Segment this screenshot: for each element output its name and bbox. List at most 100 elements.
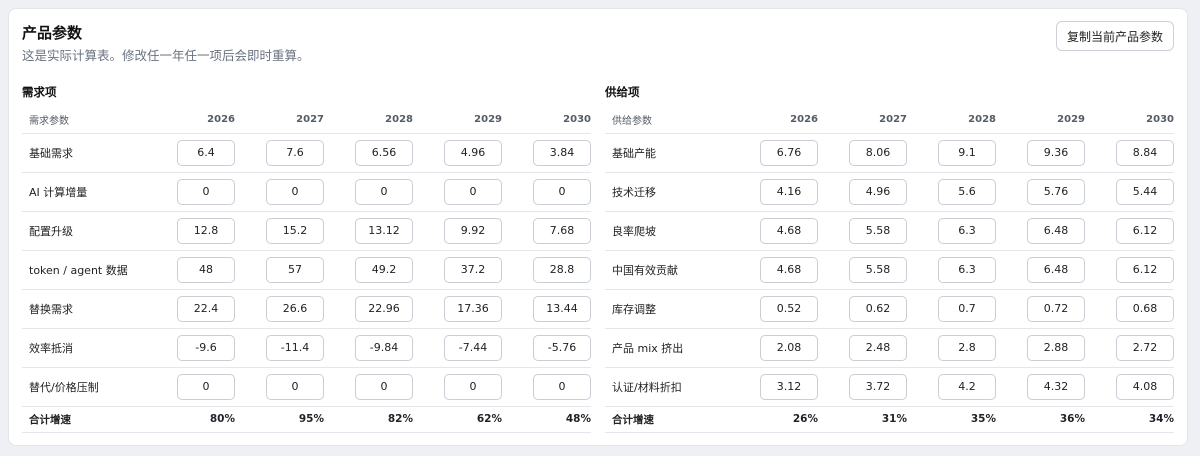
demand-value-input[interactable]: 7.68: [533, 217, 591, 244]
value-cell: 6.48: [996, 250, 1085, 290]
supply-value-input[interactable]: 2.8: [938, 334, 996, 361]
demand-section-title: 需求项: [22, 85, 57, 99]
demand-value-input[interactable]: 3.84: [533, 139, 591, 166]
supply-value-input[interactable]: 2.08: [760, 334, 818, 361]
demand-value-input[interactable]: 26.6: [266, 295, 324, 322]
demand-value-input[interactable]: 0: [533, 178, 591, 205]
table-row: 效率抵消 -9.6 -11.4 -9.84 -7.44 -5.76: [22, 328, 591, 368]
demand-value-input[interactable]: 37.2: [444, 256, 502, 283]
supply-value-input[interactable]: 6.12: [1116, 256, 1174, 283]
value-cell: 0: [146, 367, 235, 407]
demand-year-header: 2027: [235, 107, 324, 134]
supply-value-input[interactable]: 0.52: [760, 295, 818, 322]
supply-value-input[interactable]: 4.68: [760, 217, 818, 244]
demand-value-input[interactable]: 6.4: [177, 139, 235, 166]
supply-value-input[interactable]: 3.12: [760, 373, 818, 400]
demand-value-input[interactable]: 0: [444, 178, 502, 205]
supply-value-input[interactable]: 8.06: [849, 139, 907, 166]
supply-value-input[interactable]: 2.72: [1116, 334, 1174, 361]
demand-value-input[interactable]: 0: [266, 178, 324, 205]
supply-value-input[interactable]: 6.3: [938, 256, 996, 283]
demand-value-input[interactable]: 57: [266, 256, 324, 283]
demand-value-input[interactable]: 0: [177, 373, 235, 400]
demand-value-input[interactable]: -9.84: [355, 334, 413, 361]
page-title: 产品参数: [22, 24, 83, 42]
demand-value-input[interactable]: 4.96: [444, 139, 502, 166]
demand-value-input[interactable]: -5.76: [533, 334, 591, 361]
demand-total-value: 48%: [502, 406, 591, 433]
supply-value-input[interactable]: 9.36: [1027, 139, 1085, 166]
demand-value-input[interactable]: -7.44: [444, 334, 502, 361]
supply-value-input[interactable]: 0.62: [849, 295, 907, 322]
supply-value-input[interactable]: 4.32: [1027, 373, 1085, 400]
demand-value-input[interactable]: 7.6: [266, 139, 324, 166]
demand-value-input[interactable]: 22.96: [355, 295, 413, 322]
table-row: 替代/价格压制 0 0 0 0 0: [22, 367, 591, 407]
supply-value-input[interactable]: 0.72: [1027, 295, 1085, 322]
value-cell: 4.68: [729, 250, 818, 290]
copy-params-button[interactable]: 复制当前产品参数: [1056, 21, 1174, 51]
supply-value-input[interactable]: 2.88: [1027, 334, 1085, 361]
value-cell: 13.44: [502, 289, 591, 329]
demand-year-header: 2030: [502, 107, 591, 134]
value-cell: 2.48: [818, 328, 907, 368]
supply-value-input[interactable]: 6.48: [1027, 217, 1085, 244]
demand-value-input[interactable]: 48: [177, 256, 235, 283]
demand-value-input[interactable]: 0: [355, 178, 413, 205]
demand-value-input[interactable]: 12.8: [177, 217, 235, 244]
supply-value-input[interactable]: 4.68: [760, 256, 818, 283]
demand-value-input[interactable]: -11.4: [266, 334, 324, 361]
supply-value-input[interactable]: 5.44: [1116, 178, 1174, 205]
demand-year-header: 2026: [146, 107, 235, 134]
supply-value-input[interactable]: 3.72: [849, 373, 907, 400]
demand-value-input[interactable]: 13.44: [533, 295, 591, 322]
demand-value-input[interactable]: 0: [444, 373, 502, 400]
demand-total-value: 62%: [413, 406, 502, 433]
table-row: 产品 mix 挤出 2.08 2.48 2.8 2.88 2.72: [605, 328, 1174, 368]
supply-value-input[interactable]: 4.08: [1116, 373, 1174, 400]
supply-row-label: 基础产能: [605, 133, 729, 173]
supply-value-input[interactable]: 5.6: [938, 178, 996, 205]
supply-value-input[interactable]: 2.48: [849, 334, 907, 361]
demand-value-input[interactable]: 0: [355, 373, 413, 400]
supply-value-input[interactable]: 4.96: [849, 178, 907, 205]
demand-value-input[interactable]: 6.56: [355, 139, 413, 166]
demand-value-input[interactable]: 15.2: [266, 217, 324, 244]
supply-value-input[interactable]: 5.58: [849, 217, 907, 244]
table-row: 替换需求 22.4 26.6 22.96 17.36 13.44: [22, 289, 591, 329]
demand-value-input[interactable]: 0: [177, 178, 235, 205]
value-cell: 7.68: [502, 211, 591, 251]
demand-value-input[interactable]: 0: [533, 373, 591, 400]
demand-value-input[interactable]: 22.4: [177, 295, 235, 322]
value-cell: 6.3: [907, 250, 996, 290]
supply-value-input[interactable]: 6.12: [1116, 217, 1174, 244]
supply-value-input[interactable]: 0.7: [938, 295, 996, 322]
supply-value-input[interactable]: 9.1: [938, 139, 996, 166]
demand-value-input[interactable]: 49.2: [355, 256, 413, 283]
supply-table: 供给参数 2026 2027 2028 2029 2030 基础产能 6.76 8.06 9.1 9…: [605, 107, 1174, 433]
value-cell: 4.32: [996, 367, 1085, 407]
supply-total-value: 35%: [907, 406, 996, 433]
value-cell: 2.8: [907, 328, 996, 368]
supply-value-input[interactable]: 4.2: [938, 373, 996, 400]
demand-value-input[interactable]: 13.12: [355, 217, 413, 244]
value-cell: 9.1: [907, 133, 996, 173]
demand-row-label: token / agent 数据: [22, 250, 146, 290]
supply-value-input[interactable]: 5.76: [1027, 178, 1085, 205]
supply-value-input[interactable]: 6.48: [1027, 256, 1085, 283]
supply-label-header: 供给参数: [605, 107, 729, 134]
supply-value-input[interactable]: 8.84: [1116, 139, 1174, 166]
supply-value-input[interactable]: 5.58: [849, 256, 907, 283]
demand-value-input[interactable]: 17.36: [444, 295, 502, 322]
demand-value-input[interactable]: 0: [266, 373, 324, 400]
value-cell: 6.3: [907, 211, 996, 251]
value-cell: 37.2: [413, 250, 502, 290]
value-cell: 0: [146, 172, 235, 212]
supply-value-input[interactable]: 6.76: [760, 139, 818, 166]
demand-value-input[interactable]: 28.8: [533, 256, 591, 283]
demand-value-input[interactable]: -9.6: [177, 334, 235, 361]
supply-value-input[interactable]: 6.3: [938, 217, 996, 244]
supply-value-input[interactable]: 0.68: [1116, 295, 1174, 322]
supply-value-input[interactable]: 4.16: [760, 178, 818, 205]
demand-value-input[interactable]: 9.92: [444, 217, 502, 244]
